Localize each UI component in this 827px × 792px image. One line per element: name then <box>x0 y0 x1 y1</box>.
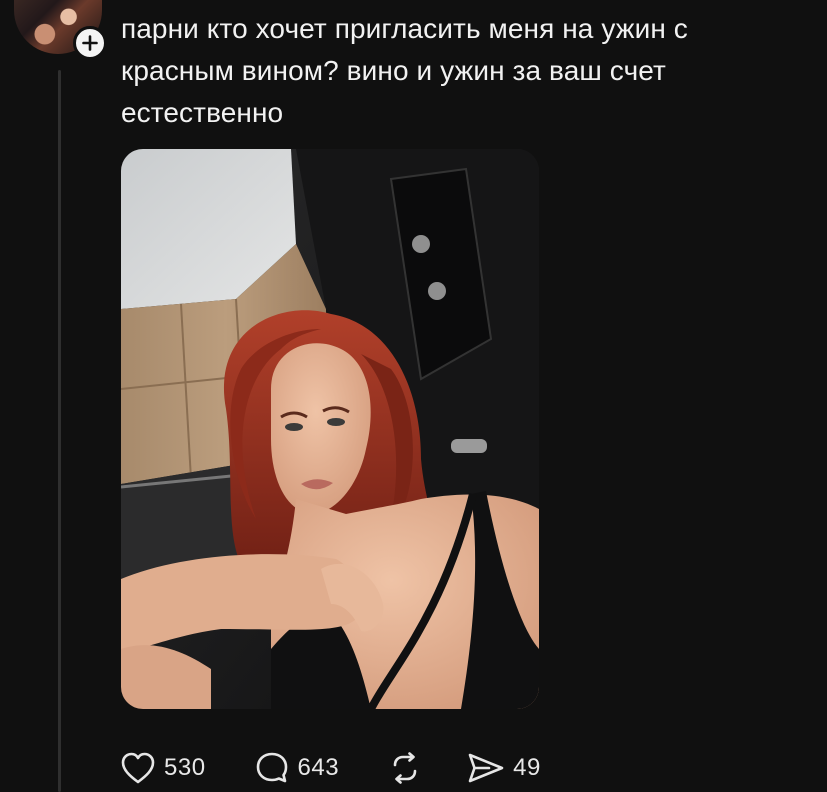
share-button[interactable]: 49 <box>467 751 541 785</box>
follow-button[interactable] <box>73 26 107 60</box>
thread-line <box>58 70 61 792</box>
like-count: 530 <box>164 754 206 781</box>
repost-button[interactable] <box>387 750 423 786</box>
like-button[interactable]: 530 <box>120 751 206 785</box>
comment-icon <box>256 752 287 783</box>
selfie-photo <box>121 149 539 709</box>
share-count: 49 <box>513 754 541 781</box>
heart-icon <box>121 752 155 784</box>
reply-button[interactable]: 643 <box>254 750 340 786</box>
post-image[interactable] <box>121 149 539 709</box>
author-avatar-area[interactable] <box>14 0 107 60</box>
post-actions: 530 643 49 <box>120 748 541 788</box>
share-icon <box>468 753 504 783</box>
plus-icon <box>82 35 98 51</box>
post-text: парни кто хочет пригласить меня на ужин … <box>121 13 688 128</box>
repost-icon <box>393 752 417 784</box>
reply-count: 643 <box>297 754 340 781</box>
